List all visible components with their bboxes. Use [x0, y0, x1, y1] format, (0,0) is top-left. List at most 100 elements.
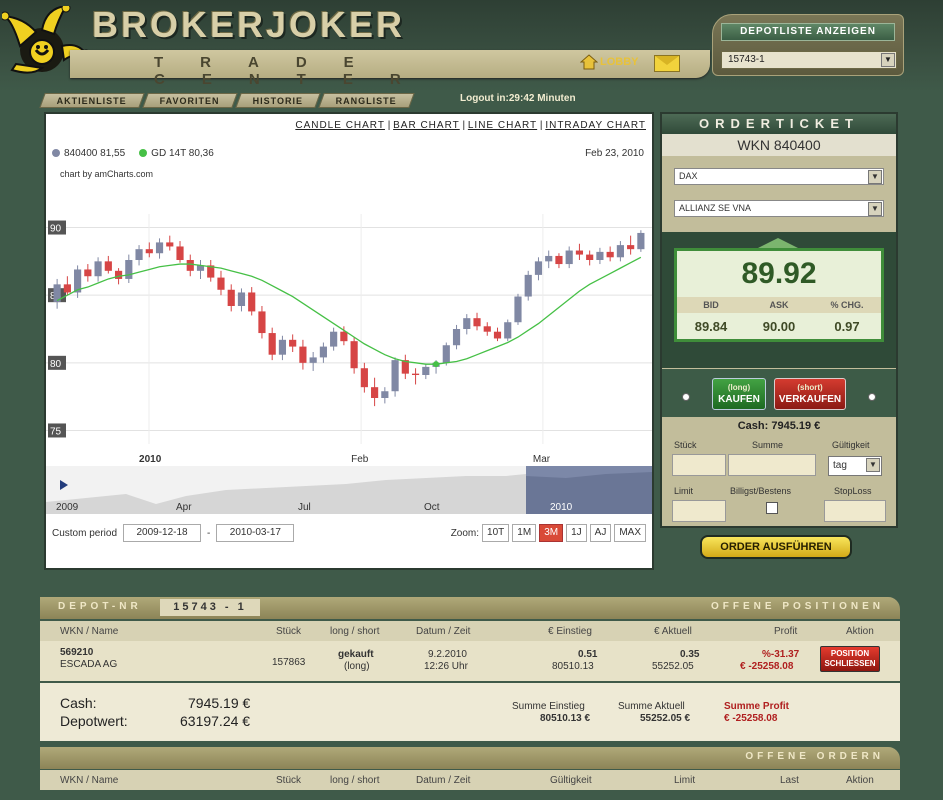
navigator-label: Jul	[298, 502, 311, 513]
ma-marker	[433, 361, 440, 368]
col-profit: Profit	[774, 626, 798, 637]
zoom-10t-button[interactable]: 10T	[482, 524, 510, 542]
close-label-2: SCHLIESSEN	[824, 659, 876, 668]
tab-rangliste[interactable]: RANGLISTE	[318, 93, 415, 108]
zoom-1m-button[interactable]: 1M	[512, 524, 537, 542]
billigst-checkbox[interactable]	[766, 502, 778, 514]
tab-historie[interactable]: HISTORIE	[235, 93, 321, 108]
chevron-down-icon[interactable]: ▼	[881, 53, 895, 67]
zoom-aj-button[interactable]: AJ	[589, 524, 612, 542]
tab-favoriten[interactable]: FAVORITEN	[142, 93, 238, 108]
sum-einstieg-label: Summe Einstieg	[512, 701, 585, 712]
table-row[interactable]: 569210 ESCADA AG 157863 gekauft (long) 9…	[40, 641, 900, 681]
legend-series-2-label: GD 14T 80,36	[151, 148, 214, 159]
candle-body	[483, 326, 491, 332]
col-long-short: long / short	[330, 626, 380, 637]
candle-body	[278, 339, 287, 355]
up-arrow-icon	[758, 238, 798, 248]
lobby-link[interactable]: LOBBY	[580, 54, 639, 70]
buy-button[interactable]: (long) KAUFEN	[712, 378, 766, 410]
row-time: 12:26 Uhr	[424, 661, 468, 672]
zoom-3m-button[interactable]: 3M	[539, 524, 564, 542]
candle-body	[463, 318, 471, 329]
limit-input[interactable]	[672, 500, 726, 522]
tab-aktienliste[interactable]: AKTIENLISTE	[39, 93, 145, 108]
stueck-input[interactable]	[672, 454, 726, 476]
row-type-long: (long)	[344, 661, 370, 672]
stock-select[interactable]: ALLIANZ SE VNA ▼	[674, 200, 884, 217]
chart-navigator[interactable]: 2009 Apr Jul Oct 2010	[46, 466, 652, 514]
buy-small-label: (long)	[727, 383, 751, 392]
wkn-label: WKN 840400	[662, 134, 896, 156]
candle-body	[493, 331, 502, 339]
candle-body	[237, 292, 246, 306]
chart-date: Feb 23, 2010	[585, 148, 644, 159]
col-datum: Datum / Zeit	[416, 775, 471, 786]
chevron-down-icon[interactable]: ▼	[866, 458, 880, 472]
candle-body	[616, 245, 624, 258]
main-tabs: AKTIENLISTE FAVORITEN HISTORIE RANGLISTE	[39, 93, 415, 108]
y-tick-label: 90	[50, 224, 62, 235]
summe-input[interactable]	[728, 454, 816, 476]
chg-value: 0.97	[834, 319, 860, 334]
period-to-input[interactable]: 2010-03-17	[216, 524, 295, 542]
candle-body	[63, 284, 71, 293]
open-positions-title: OFFENE POSITIONEN	[710, 601, 884, 612]
zoom-1j-button[interactable]: 1J	[566, 524, 587, 542]
bar-chart-link[interactable]: BAR CHART	[393, 120, 460, 131]
radio-short[interactable]	[868, 393, 876, 401]
chevron-down-icon[interactable]: ▼	[868, 202, 882, 216]
candle-body	[268, 333, 276, 355]
legend-series-1[interactable]: 840400 81,55	[52, 148, 125, 159]
show-depot-list-button[interactable]: DEPOTLISTE ANZEIGEN	[721, 23, 895, 41]
x-tick-label: Mar	[533, 454, 551, 464]
cash-summary-value: 7945.19 €	[188, 695, 251, 711]
line-chart-link[interactable]: LINE CHART	[468, 120, 537, 131]
stock-select-value: ALLIANZ SE VNA	[679, 203, 752, 213]
candle-body	[545, 255, 553, 262]
candle-body	[125, 260, 133, 279]
execute-order-button[interactable]: ORDER AUSFÜHREN	[700, 535, 852, 559]
candle-body	[514, 296, 522, 323]
depot-nr-value: 15743 - 1	[160, 599, 260, 616]
zoom-max-button[interactable]: MAX	[614, 524, 646, 542]
depotwert-label: Depotwert:	[60, 713, 128, 729]
index-select[interactable]: DAX ▼	[674, 168, 884, 185]
depot-select[interactable]: 15743-1 ▼	[721, 51, 897, 69]
close-position-button[interactable]: POSITION SCHLIESSEN	[820, 646, 880, 672]
period-from-input[interactable]: 2009-12-18	[123, 524, 202, 542]
candle-body	[565, 250, 573, 265]
depot-panel: DEPOTLISTE ANZEIGEN 15743-1 ▼	[712, 14, 904, 76]
candle-body	[248, 292, 256, 312]
period-separator: -	[207, 527, 211, 539]
stoploss-input[interactable]	[824, 500, 886, 522]
mail-icon[interactable]	[654, 55, 680, 72]
navigator-label: Apr	[176, 502, 192, 513]
chevron-down-icon[interactable]: ▼	[868, 170, 882, 184]
lobby-label: LOBBY	[600, 56, 639, 68]
candle-body	[319, 346, 327, 358]
candle-chart-link[interactable]: CANDLE CHART	[295, 120, 385, 131]
custom-period-label: Custom period	[52, 527, 118, 539]
sum-aktuell-value: 55252.05 €	[640, 713, 691, 724]
navigator-label: Oct	[424, 502, 440, 513]
price-chart[interactable]: 758085902010FebMar	[46, 214, 652, 464]
col-aktion: Aktion	[846, 626, 874, 637]
candle-body	[104, 261, 112, 271]
legend-series-2[interactable]: GD 14T 80,36	[139, 148, 214, 159]
col-stueck: Stück	[276, 775, 302, 786]
depot-summary: Cash: 7945.19 € Depotwert: 63197.24 € Su…	[40, 683, 900, 741]
gueltigkeit-select[interactable]: tag ▼	[828, 456, 882, 476]
navigator-label: 2010	[550, 502, 573, 513]
candle-body	[186, 260, 194, 271]
sell-button[interactable]: (short) VERKAUFEN	[774, 378, 846, 410]
intraday-chart-link[interactable]: INTRADAY CHART	[545, 120, 646, 131]
candle-body	[258, 311, 266, 334]
gueltigkeit-label: Gültigkeit	[832, 440, 870, 450]
candle-body	[575, 250, 584, 255]
radio-long[interactable]	[682, 393, 690, 401]
chart-legend: 840400 81,55 GD 14T 80,36	[52, 148, 214, 159]
row-aktuell-total: 55252.05	[652, 661, 694, 672]
bid-label: BID	[703, 300, 719, 310]
row-name: ESCADA AG	[60, 659, 118, 670]
